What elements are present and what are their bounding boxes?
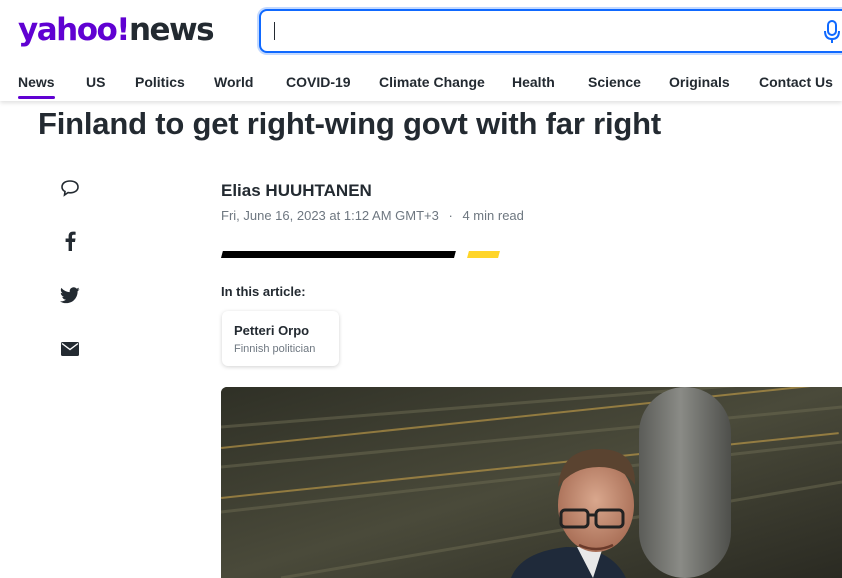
site-header: yahoo!news News US Politics World COVID-… bbox=[0, 0, 842, 101]
nav-item-climate-change[interactable]: Climate Change bbox=[379, 74, 485, 90]
facebook-icon bbox=[65, 231, 76, 251]
twitter-icon bbox=[60, 286, 80, 303]
divider-bar-black bbox=[221, 251, 456, 258]
hero-image bbox=[221, 387, 842, 578]
top-nav: News US Politics World COVID-19 Climate … bbox=[0, 72, 842, 101]
email-share-button[interactable] bbox=[58, 337, 82, 361]
text-caret bbox=[274, 22, 275, 40]
nav-item-world[interactable]: World bbox=[214, 74, 253, 90]
active-tab-indicator bbox=[18, 96, 55, 99]
divider-bar-yellow bbox=[467, 251, 500, 258]
meta-separator: · bbox=[448, 208, 453, 223]
in-this-article-label: In this article: bbox=[221, 284, 306, 299]
microphone-icon[interactable] bbox=[822, 20, 842, 44]
yahoo-news-logo[interactable]: yahoo!news bbox=[18, 12, 215, 48]
nav-item-news[interactable]: News bbox=[18, 74, 55, 90]
hero-photo bbox=[221, 387, 842, 578]
logo-brand: yahoo! bbox=[18, 12, 130, 48]
comment-button[interactable] bbox=[58, 176, 82, 200]
nav-item-us[interactable]: US bbox=[86, 74, 105, 90]
entity-card[interactable]: Petteri Orpo Finnish politician bbox=[222, 311, 339, 366]
read-time: 4 min read bbox=[462, 208, 524, 223]
search-input[interactable] bbox=[259, 9, 842, 53]
article-meta: Fri, June 16, 2023 at 1:12 AM GMT+3 · 4 … bbox=[221, 208, 524, 223]
nav-item-politics[interactable]: Politics bbox=[135, 74, 185, 90]
mail-icon bbox=[61, 342, 79, 356]
nav-item-contact-us[interactable]: Contact Us bbox=[759, 74, 833, 90]
article-title: Finland to get right-wing govt with far … bbox=[38, 106, 661, 141]
nav-item-originals[interactable]: Originals bbox=[669, 74, 730, 90]
entity-description: Finnish politician bbox=[234, 343, 316, 355]
twitter-share-button[interactable] bbox=[58, 283, 82, 307]
author-name[interactable]: Elias HUUHTANEN bbox=[221, 181, 372, 201]
publish-date: Fri, June 16, 2023 at 1:12 AM GMT+3 bbox=[221, 208, 439, 223]
logo-section: news bbox=[128, 12, 215, 48]
nav-item-health[interactable]: Health bbox=[512, 74, 555, 90]
comment-icon bbox=[61, 180, 79, 197]
nav-item-science[interactable]: Science bbox=[588, 74, 641, 90]
entity-name: Petteri Orpo bbox=[234, 323, 310, 338]
facebook-share-button[interactable] bbox=[58, 229, 82, 253]
nav-item-covid-19[interactable]: COVID-19 bbox=[286, 74, 351, 90]
